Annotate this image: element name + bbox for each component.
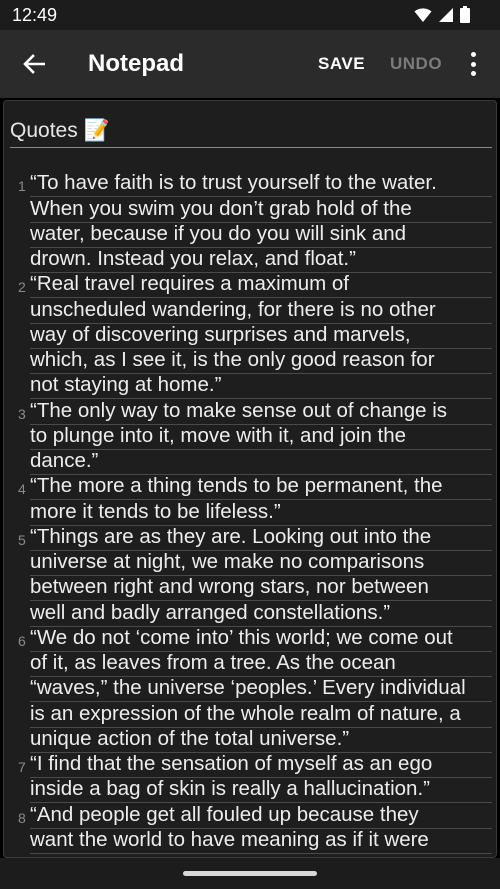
status-icons — [414, 6, 470, 23]
line-number: 1 — [18, 178, 26, 195]
note-line: 5 “Things are as they are. Looking out in… — [18, 524, 492, 551]
note-line: dance.” — [30, 449, 492, 475]
more-options-button[interactable] — [462, 50, 484, 78]
line-text: want the world to have meaning as if it … — [30, 827, 429, 851]
note-body-input[interactable]: 1 “To have faith is to trust yourself to … — [4, 171, 496, 854]
line-text: “We do not ‘come into’ this world; we co… — [30, 625, 453, 649]
status-bar: 12:49 — [0, 0, 500, 30]
note-line: 8 “And people get all fouled up because t… — [18, 802, 492, 829]
line-text: inside a bag of skin is really a halluci… — [30, 777, 430, 801]
note-line: 7 “I find that the sensation of myself as… — [18, 752, 492, 778]
line-text: well and badly arranged constellations.” — [30, 600, 391, 624]
note-line: universe at night, we make no comparison… — [30, 550, 492, 576]
line-text: “And people get all fouled up because th… — [30, 802, 419, 826]
navigation-bar — [0, 858, 500, 889]
app-bar: Notepad SAVE UNDO — [0, 30, 500, 98]
note-line: 3 “The only way to make sense out of chan… — [18, 398, 492, 425]
signal-icon — [439, 7, 453, 22]
line-text: When you swim you don’t grab hold of the — [30, 196, 412, 220]
note-line: unscheduled wandering, for there is no o… — [30, 297, 492, 324]
line-text: unique action of the total universe.” — [30, 726, 350, 750]
line-text: drown. Instead you relax, and float.” — [30, 247, 356, 270]
line-text: not staying at home.” — [30, 373, 222, 397]
note-line: not staying at home.” — [30, 373, 492, 400]
line-text: “The more a thing tends to be permanent,… — [30, 474, 443, 498]
line-text: “Things are as they are. Looking out int… — [30, 524, 432, 548]
back-arrow-icon — [23, 54, 45, 74]
line-text: more it tends to be lifeless.” — [30, 499, 281, 523]
note-line: to plunge into it, move with it, and joi… — [30, 423, 492, 450]
line-text: universe at night, we make no comparison… — [30, 550, 425, 573]
status-time: 12:49 — [12, 5, 58, 25]
note-line: drown. Instead you relax, and float.” — [30, 247, 492, 273]
line-text: dance.” — [30, 449, 99, 472]
line-number: 5 — [18, 531, 26, 548]
note-line: way of discovering surprises and marvels… — [30, 322, 492, 349]
line-text: “I find that the sensation of myself as … — [30, 752, 433, 775]
line-text: is an expression of the whole realm of n… — [30, 701, 461, 725]
line-text: water, because if you do you will sink a… — [30, 221, 407, 245]
line-text: which, as I see it, is the only good rea… — [30, 348, 435, 371]
line-number: 4 — [18, 481, 26, 498]
app-title: Notepad — [88, 50, 184, 77]
back-button[interactable] — [18, 48, 50, 80]
note-line: 6 “We do not ‘come into’ this world; we c… — [18, 625, 492, 652]
note-line: well and badly arranged constellations.” — [30, 600, 492, 627]
home-gesture-handle[interactable] — [183, 871, 317, 876]
note-line: want the world to have meaning as if it … — [30, 827, 492, 854]
note-line: unique action of the total universe.” — [30, 726, 492, 753]
line-text: “The only way to make sense out of chang… — [30, 398, 448, 422]
note-line: is an expression of the whole realm of n… — [30, 701, 492, 728]
note-line: between right and wrong stars, nor betwe… — [30, 575, 492, 602]
note-line: 4 “The more a thing tends to be permanent… — [18, 474, 492, 501]
line-number: 7 — [18, 759, 26, 775]
note-line: 1 “To have faith is to trust yourself to … — [18, 171, 492, 198]
line-text: unscheduled wandering, for there is no o… — [30, 297, 436, 321]
note-title-input[interactable]: Quotes 📝 — [10, 119, 110, 143]
line-text: of it, as leaves from a tree. As the oce… — [30, 651, 396, 674]
note-line: more it tends to be lifeless.” — [30, 499, 492, 526]
note-line: 2 “Real travel requires a maximum of — [18, 272, 492, 299]
line-text: “waves,” the universe ‘peoples.’ Every i… — [30, 676, 466, 700]
line-number: 6 — [18, 632, 26, 649]
more-vert-icon — [470, 52, 476, 57]
note-line: “waves,” the universe ‘peoples.’ Every i… — [30, 676, 492, 703]
note-line: water, because if you do you will sink a… — [30, 221, 492, 248]
line-text: to plunge into it, move with it, and joi… — [30, 423, 407, 447]
note-line: inside a bag of skin is really a halluci… — [30, 777, 492, 804]
line-number: 2 — [18, 279, 26, 296]
line-text: “Real travel requires a maximum of — [30, 272, 349, 296]
save-button[interactable]: SAVE — [318, 54, 365, 74]
wifi-icon — [414, 7, 432, 22]
line-number: 3 — [18, 405, 26, 422]
battery-icon — [460, 6, 470, 23]
note-editor[interactable]: Quotes 📝 1 “To have faith is to trust you… — [3, 100, 497, 858]
line-text: “To have faith is to trust yourself to t… — [30, 171, 437, 195]
line-text: between right and wrong stars, nor betwe… — [30, 575, 429, 599]
note-line: When you swim you don’t grab hold of the — [30, 196, 492, 223]
note-line: which, as I see it, is the only good rea… — [30, 348, 492, 374]
line-text: way of discovering surprises and marvels… — [30, 322, 411, 346]
title-divider — [10, 147, 492, 148]
line-number: 8 — [18, 809, 26, 826]
note-line: of it, as leaves from a tree. As the oce… — [30, 651, 492, 677]
undo-button[interactable]: UNDO — [390, 54, 442, 74]
